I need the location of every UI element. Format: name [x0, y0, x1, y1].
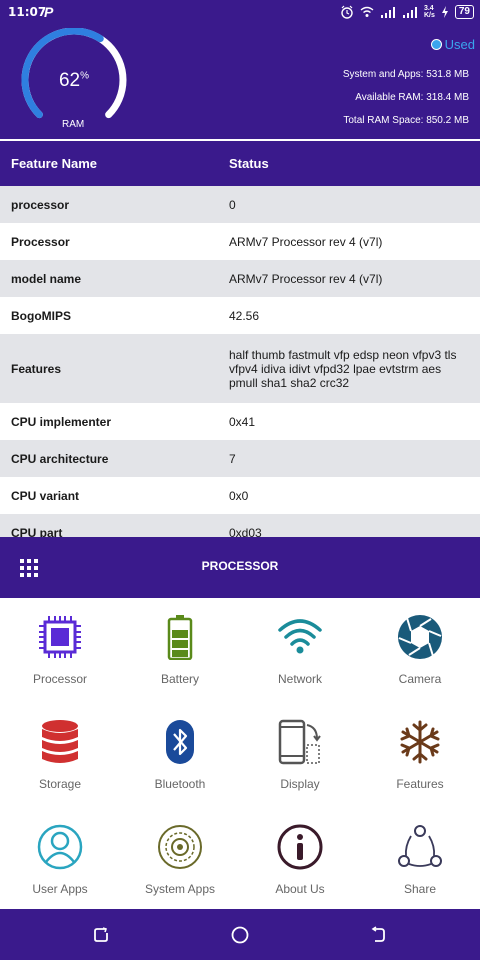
user-icon — [37, 824, 83, 870]
feature-name: CPU variant — [11, 488, 80, 503]
ram-gauge: 62% RAM — [18, 27, 130, 138]
category-grid: Processor Battery Network Camera Storage… — [0, 598, 480, 909]
ram-percent-sign: % — [80, 70, 90, 82]
feature-table[interactable]: processor 0 Processor ARMv7 Processor re… — [0, 186, 480, 537]
tile-user-apps[interactable]: User Apps — [0, 808, 120, 912]
section-bar: PROCESSOR — [0, 537, 480, 598]
alarm-icon — [341, 5, 353, 19]
ram-label: RAM — [62, 119, 85, 130]
share-icon — [398, 825, 442, 867]
header: 11:07 P 3.4 K/s 79 62% RAM Used System a… — [0, 0, 480, 139]
bluetooth-icon — [166, 720, 194, 764]
used-legend: Used — [430, 37, 475, 52]
app-notification-icon: P — [44, 4, 54, 20]
feature-status: 42.56 — [229, 308, 260, 323]
tile-storage[interactable]: Storage — [0, 703, 120, 807]
feature-status: ARMv7 Processor rev 4 (v7l) — [229, 271, 383, 286]
processor-icon — [39, 616, 81, 658]
tile-camera[interactable]: Camera — [360, 598, 480, 702]
tile-label: Share — [403, 882, 437, 896]
tile-label: Processor — [32, 672, 88, 686]
feature-name: CPU implementer — [11, 414, 112, 429]
system-nav-bar — [0, 909, 480, 960]
system-apps-memory: System and Apps: 531.8 MB — [342, 69, 469, 80]
wifi-icon — [278, 619, 322, 654]
feature-status: 7 — [229, 451, 236, 466]
charging-icon — [441, 6, 448, 18]
home-icon[interactable] — [231, 926, 249, 944]
tile-label: Storage — [38, 777, 82, 791]
ram-percent-value: 62 — [58, 70, 81, 91]
tile-label: Camera — [398, 672, 442, 686]
tile-label: Bluetooth — [154, 777, 206, 791]
signal-icon-2 — [402, 7, 417, 18]
table-row: processor 0 — [0, 186, 480, 223]
feature-status: ARMv7 Processor rev 4 (v7l) — [229, 234, 383, 249]
feature-name: CPU architecture — [11, 451, 109, 466]
system-apps-icon — [158, 825, 202, 869]
table-row: BogoMIPS 42.56 — [0, 297, 480, 334]
feature-status: 0xd03 — [229, 525, 262, 538]
tile-about-us[interactable]: About Us — [240, 808, 360, 912]
tile-processor[interactable]: Processor — [0, 598, 120, 702]
tile-label: Display — [280, 777, 320, 791]
network-speed: 3.4 K/s — [423, 5, 435, 19]
recent-apps-icon[interactable] — [92, 926, 110, 944]
tile-bluetooth[interactable]: Bluetooth — [120, 703, 240, 807]
feature-status: 0 — [229, 197, 236, 212]
used-legend-label: Used — [444, 37, 475, 52]
tile-label: Network — [277, 672, 322, 686]
feature-status: half thumb fastmult vfp edsp neon vfpv3 … — [229, 347, 457, 390]
table-row: model name ARMv7 Processor rev 4 (v7l) — [0, 260, 480, 297]
tile-system-apps[interactable]: System Apps — [120, 808, 240, 912]
tile-battery[interactable]: Battery — [120, 598, 240, 702]
tile-label: User Apps — [32, 882, 88, 896]
feature-name: CPU part — [11, 525, 63, 538]
section-title: PROCESSOR — [201, 559, 279, 573]
signal-icon-1 — [380, 7, 395, 18]
available-ram: Available RAM: 318.4 MB — [355, 92, 469, 103]
used-dot-icon — [430, 39, 442, 50]
table-row: Processor ARMv7 Processor rev 4 (v7l) — [0, 223, 480, 260]
battery-icon — [167, 615, 193, 660]
table-row: Features half thumb fastmult vfp edsp ne… — [0, 334, 480, 403]
table-row: CPU implementer 0x41 — [0, 403, 480, 440]
feature-name: BogoMIPS — [11, 308, 71, 323]
total-ram: Total RAM Space: 850.2 MB — [343, 115, 469, 126]
ram-percent: 62% — [18, 70, 130, 92]
snowflake-icon — [400, 720, 440, 764]
tile-label: Features — [396, 777, 444, 791]
column-status: Status — [229, 156, 269, 171]
tile-label: Battery — [160, 672, 199, 686]
tile-share[interactable]: Share — [360, 808, 480, 912]
feature-status: 0x0 — [229, 488, 249, 503]
status-bar: 11:07 P 3.4 K/s 79 — [0, 0, 480, 26]
tile-display[interactable]: Display — [240, 703, 360, 807]
feature-name: Features — [11, 361, 62, 376]
display-rotate-icon — [278, 719, 321, 765]
tile-network[interactable]: Network — [240, 598, 360, 702]
tile-label: About Us — [275, 882, 325, 896]
battery-level: 79 — [454, 5, 474, 19]
tile-label: System Apps — [144, 882, 216, 896]
feature-name: model name — [11, 271, 82, 286]
column-feature-name: Feature Name — [11, 156, 97, 171]
camera-aperture-icon — [398, 615, 442, 659]
info-icon — [277, 824, 323, 870]
feature-name: processor — [11, 197, 70, 212]
database-icon — [42, 720, 78, 763]
table-header: Feature Name Status — [0, 141, 480, 186]
status-time: 11:07 — [8, 5, 47, 19]
feature-status: 0x41 — [229, 414, 256, 429]
table-row: CPU part 0xd03 — [0, 514, 480, 537]
wifi-status-icon — [360, 6, 374, 17]
tile-features[interactable]: Features — [360, 703, 480, 807]
feature-name: Processor — [11, 234, 70, 249]
back-icon[interactable] — [369, 926, 387, 944]
table-row: CPU variant 0x0 — [0, 477, 480, 514]
table-row: CPU architecture 7 — [0, 440, 480, 477]
status-icons: 3.4 K/s 79 — [340, 5, 474, 19]
